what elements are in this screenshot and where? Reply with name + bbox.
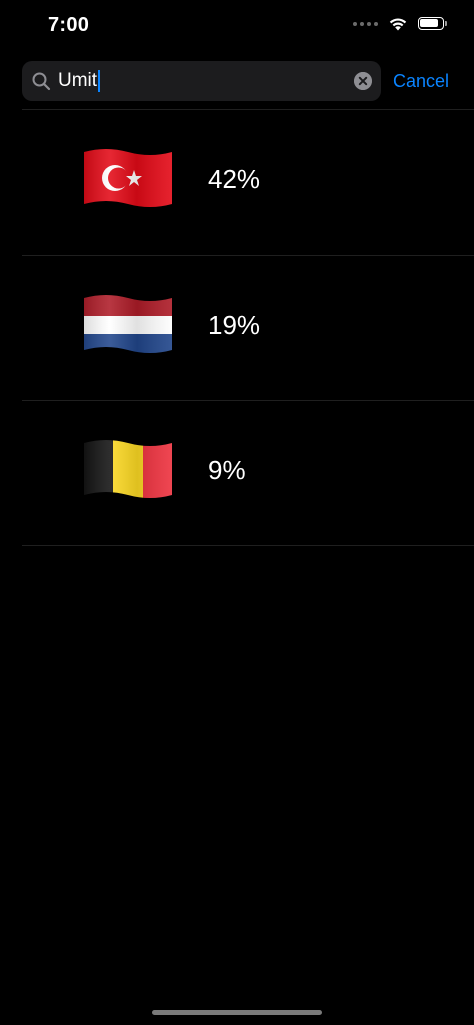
belgium-flag-icon bbox=[84, 440, 172, 498]
search-input[interactable]: Umit bbox=[58, 70, 101, 92]
home-indicator[interactable] bbox=[152, 1010, 322, 1015]
result-value: 19% bbox=[208, 310, 261, 340]
battery-icon bbox=[418, 17, 447, 30]
text-caret bbox=[98, 70, 101, 92]
search-field[interactable]: Umit bbox=[22, 61, 381, 101]
turkey-flag-icon bbox=[84, 149, 172, 207]
search-row: Umit Cancel bbox=[22, 61, 458, 101]
result-value: 9% bbox=[208, 455, 246, 485]
clear-icon[interactable] bbox=[354, 72, 372, 90]
status-time: 7:00 bbox=[48, 14, 90, 36]
list-item[interactable]: 9% bbox=[0, 401, 474, 546]
status-icons bbox=[353, 16, 447, 31]
battery-level bbox=[420, 19, 438, 27]
wifi-icon bbox=[389, 18, 407, 31]
status-bar: 7:00 bbox=[0, 0, 474, 54]
list-item[interactable]: 19% bbox=[0, 256, 474, 401]
search-icon bbox=[32, 72, 51, 91]
list-item[interactable]: 42% bbox=[0, 110, 474, 255]
cancel-button[interactable]: Cancel bbox=[393, 70, 449, 92]
result-value: 42% bbox=[208, 164, 261, 194]
signal-dots-icon bbox=[353, 21, 378, 26]
divider bbox=[22, 545, 474, 546]
search-input-value: Umit bbox=[58, 70, 98, 91]
netherlands-flag-icon bbox=[84, 295, 172, 353]
